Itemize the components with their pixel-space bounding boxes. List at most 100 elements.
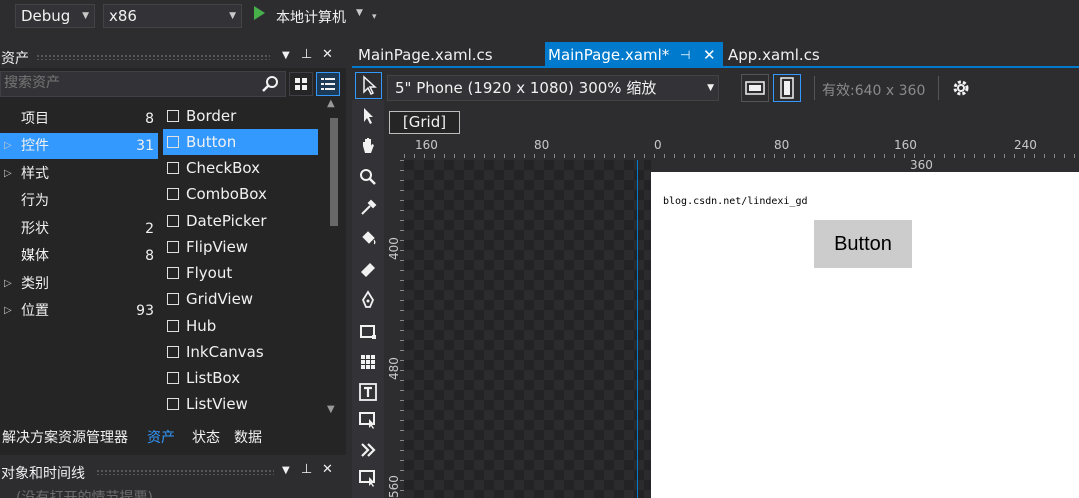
- panel-menu-icon[interactable]: ▼: [282, 465, 290, 476]
- expand-icon[interactable]: ▷: [4, 161, 12, 187]
- assets-panel-title: 资产: [1, 51, 29, 67]
- list-view-button[interactable]: [316, 72, 340, 96]
- search-box[interactable]: [0, 71, 286, 97]
- tab-app-xaml-cs[interactable]: App.xaml.cs: [725, 42, 823, 68]
- panel-menu-icon[interactable]: ▼: [282, 50, 290, 61]
- list-view-icon: [321, 78, 335, 90]
- selection-tool-button[interactable]: [355, 72, 382, 99]
- asset-item[interactable]: DatePicker: [163, 208, 318, 234]
- page-boundary-line: [637, 160, 638, 498]
- portrait-button[interactable]: [773, 74, 801, 102]
- panel-grip[interactable]: [36, 54, 270, 60]
- tab-assets[interactable]: 资产: [145, 427, 177, 451]
- platform-dropdown[interactable]: x86 ▼: [103, 4, 242, 28]
- tab-solution-explorer[interactable]: 解决方案资源管理器: [0, 427, 130, 451]
- asset-label: FlipView: [186, 238, 249, 256]
- toolbar-overflow-icon[interactable]: ▾: [372, 12, 377, 22]
- page-button-control[interactable]: Button: [814, 220, 912, 268]
- flipview-control-icon: [167, 241, 179, 253]
- checkbox-control-icon: [167, 162, 179, 174]
- button-tool-icon[interactable]: [358, 410, 378, 430]
- play-icon[interactable]: [254, 6, 265, 20]
- search-icon[interactable]: [262, 75, 280, 93]
- ruler-tick-label: 0: [654, 138, 662, 152]
- pin-icon[interactable]: ⊣: [680, 42, 690, 68]
- panel-grip[interactable]: [96, 469, 274, 475]
- eraser-icon[interactable]: [358, 259, 378, 279]
- asset-label: Flyout: [186, 264, 233, 282]
- asset-item-selected[interactable]: Button: [163, 129, 318, 155]
- asset-item[interactable]: InkCanvas: [163, 339, 318, 365]
- scroll-down-icon[interactable]: ▼: [327, 404, 335, 415]
- ruler-tick-label: 240: [1014, 138, 1037, 152]
- pin-icon[interactable]: ⊥: [301, 47, 312, 62]
- zoom-icon[interactable]: [358, 167, 378, 187]
- close-icon[interactable]: ✕: [703, 42, 716, 68]
- page-textblock[interactable]: blog.csdn.net/lindexi_gd: [663, 196, 808, 207]
- ruler-tick-label: 560: [387, 475, 401, 498]
- breadcrumb-grid[interactable]: [Grid]: [389, 111, 460, 134]
- asset-item[interactable]: Border: [163, 103, 318, 129]
- paint-bucket-icon[interactable]: [358, 229, 378, 249]
- objects-panel-title: 对象和时间线: [1, 466, 85, 482]
- datepicker-control-icon: [167, 215, 179, 227]
- landscape-button[interactable]: [741, 74, 769, 102]
- category-item[interactable]: 行为: [0, 188, 158, 214]
- category-item[interactable]: 项目 8: [0, 106, 158, 132]
- run-target-dropdown-icon[interactable]: ▼: [356, 8, 363, 18]
- assets-panel-titlebar: 资产 ▼ ⊥ ✕: [0, 44, 346, 68]
- category-item[interactable]: ▷ 类别: [0, 271, 158, 297]
- expand-icon[interactable]: ▷: [4, 298, 12, 324]
- category-item[interactable]: ▷ 位置 93: [0, 298, 158, 324]
- tab-data[interactable]: 数据: [232, 427, 264, 451]
- category-label: 样式: [21, 166, 49, 182]
- category-label: 媒体: [21, 248, 49, 264]
- search-input[interactable]: [4, 75, 254, 91]
- tab-states[interactable]: 状态: [190, 427, 222, 451]
- pin-icon[interactable]: ⊥: [301, 462, 312, 477]
- storyboard-selector[interactable]: (没有打开的情节提要): [0, 485, 300, 498]
- effective-size-label: 有效:640 x 360: [822, 83, 926, 99]
- asset-item[interactable]: CheckBox: [163, 155, 318, 181]
- asset-item[interactable]: Flyout: [163, 260, 318, 286]
- direct-select-icon[interactable]: [358, 106, 378, 126]
- category-count: 31: [136, 138, 154, 154]
- eyedropper-icon[interactable]: [358, 198, 378, 218]
- category-label: 形状: [21, 221, 49, 237]
- rectangle-icon[interactable]: [358, 322, 378, 342]
- grid-layout-icon[interactable]: [358, 352, 378, 372]
- run-target-button[interactable]: 本地计算机: [276, 7, 346, 27]
- asset-item[interactable]: ListBox: [163, 365, 318, 391]
- category-item-selected[interactable]: ▷ 控件 31: [0, 133, 158, 159]
- page-width-label: 360: [910, 158, 933, 172]
- asset-item[interactable]: ListView: [163, 391, 318, 417]
- button-asset-icon[interactable]: [358, 468, 378, 488]
- platform-value: x86: [109, 7, 137, 25]
- expand-icon[interactable]: ▷: [4, 271, 12, 297]
- pen-icon[interactable]: [358, 290, 378, 310]
- scroll-up-icon[interactable]: ▲: [327, 98, 335, 109]
- close-icon[interactable]: ✕: [322, 462, 333, 477]
- grid-view-icon: [295, 78, 307, 90]
- configuration-dropdown[interactable]: Debug ▼: [15, 4, 95, 28]
- grid-view-button[interactable]: [289, 72, 313, 96]
- asset-item[interactable]: FlipView: [163, 234, 318, 260]
- design-artboard[interactable]: [404, 160, 651, 498]
- textblock-icon[interactable]: [358, 382, 378, 402]
- category-item[interactable]: 形状 2: [0, 216, 158, 242]
- hand-pan-icon[interactable]: [358, 136, 378, 156]
- more-tools-icon[interactable]: [358, 440, 378, 460]
- tab-mainpage-xaml[interactable]: MainPage.xaml* ⊣ ✕: [545, 42, 723, 68]
- asset-item[interactable]: GridView: [163, 286, 318, 312]
- tab-mainpage-xaml-cs[interactable]: MainPage.xaml.cs: [355, 42, 496, 68]
- category-item[interactable]: ▷ 样式: [0, 161, 158, 187]
- close-icon[interactable]: ✕: [322, 47, 333, 62]
- scroll-thumb[interactable]: [330, 118, 338, 226]
- device-dropdown[interactable]: 5" Phone (1920 x 1080) 300% 缩放 ▼: [387, 75, 719, 101]
- expand-icon[interactable]: ▷: [4, 133, 12, 159]
- gear-icon[interactable]: [950, 77, 972, 99]
- asset-item[interactable]: ComboBox: [163, 181, 318, 207]
- category-item[interactable]: 媒体 8: [0, 243, 158, 269]
- asset-item[interactable]: Hub: [163, 313, 318, 339]
- category-count: 8: [145, 111, 154, 127]
